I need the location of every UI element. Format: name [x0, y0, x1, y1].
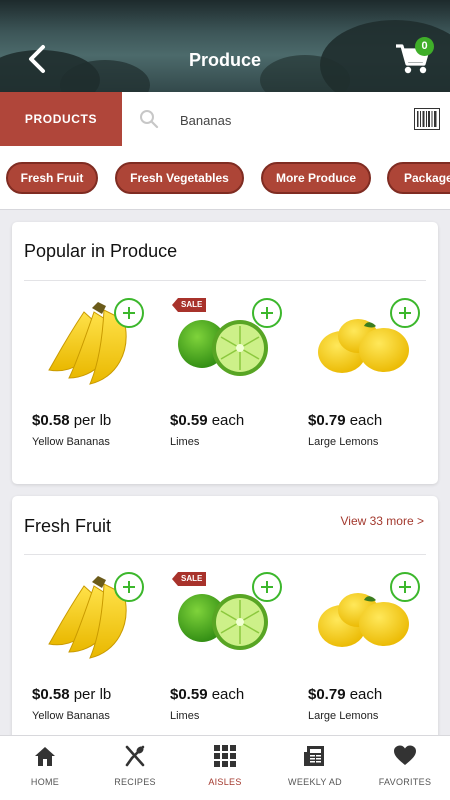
- cart-count-badge: 0: [415, 37, 434, 56]
- divider: [24, 280, 426, 281]
- add-to-cart-button[interactable]: [390, 298, 420, 328]
- product-name: Yellow Bananas: [32, 436, 110, 448]
- nav-recipes[interactable]: RECIPES: [90, 736, 180, 800]
- bottom-navigation: HOME RECIPES AISLES WEEKLY AD FAVORITES: [0, 735, 450, 800]
- barcode-scan-button[interactable]: [414, 108, 440, 135]
- category-chips: Fresh Fruit Fresh Vegetables More Produc…: [0, 146, 450, 210]
- product-name: Yellow Bananas: [32, 710, 110, 722]
- nav-home[interactable]: HOME: [0, 736, 90, 800]
- search-bar: PRODUCTS: [0, 92, 450, 146]
- nav-favorites[interactable]: FAVORITES: [360, 736, 450, 800]
- nav-weekly-ad[interactable]: WEEKLY AD: [270, 736, 360, 800]
- chip-packaged[interactable]: Packaged: [387, 162, 450, 194]
- chip-fresh-fruit[interactable]: Fresh Fruit: [6, 162, 98, 194]
- products-tab[interactable]: PRODUCTS: [0, 92, 122, 146]
- product-price: $0.59 each: [170, 412, 245, 429]
- product-name: Large Lemons: [308, 710, 379, 722]
- barcode-icon: [414, 108, 440, 130]
- add-to-cart-button[interactable]: [252, 572, 282, 602]
- product-name: Large Lemons: [308, 436, 379, 448]
- product-price: $0.59 each: [170, 686, 245, 703]
- section-title: Fresh Fruit: [24, 516, 112, 536]
- section-title: Popular in Produce: [24, 241, 178, 261]
- section-fresh-fruit: Fresh Fruit View 33 more > $0.58 per lb …: [12, 496, 438, 746]
- sale-badge: SALE: [172, 572, 207, 586]
- utensils-icon: [125, 745, 145, 767]
- divider: [24, 554, 426, 555]
- product-price: $0.58 per lb: [32, 412, 112, 429]
- product-price: $0.79 each: [308, 686, 383, 703]
- product-name: Limes: [170, 436, 200, 448]
- section-popular: Popular in Produce $0.58 per lb Yellow B…: [12, 222, 438, 484]
- nav-label: AISLES: [208, 777, 242, 787]
- chip-more-produce[interactable]: More Produce: [261, 162, 371, 194]
- page-title: Produce: [188, 50, 262, 70]
- newspaper-icon: [304, 746, 324, 766]
- view-more-link[interactable]: View 33 more >: [341, 514, 425, 528]
- product-price: $0.58 per lb: [32, 686, 112, 703]
- sale-badge: SALE: [172, 298, 207, 312]
- nav-label: FAVORITES: [378, 777, 432, 787]
- add-to-cart-button[interactable]: [114, 572, 144, 602]
- nav-label: RECIPES: [114, 777, 156, 787]
- home-icon: [35, 747, 55, 766]
- nav-label: WEEKLY AD: [288, 777, 342, 787]
- chip-fresh-vegetables[interactable]: Fresh Vegetables: [115, 162, 244, 194]
- app-header: Produce 0: [0, 0, 450, 92]
- add-to-cart-button[interactable]: [252, 298, 282, 328]
- search-icon: [140, 110, 159, 129]
- nav-label: HOME: [30, 777, 60, 787]
- product-price: $0.79 each: [308, 412, 383, 429]
- search-input[interactable]: [180, 109, 380, 131]
- nav-aisles[interactable]: AISLES: [180, 736, 270, 800]
- product-name: Limes: [170, 710, 200, 722]
- add-to-cart-button[interactable]: [114, 298, 144, 328]
- add-to-cart-button[interactable]: [390, 572, 420, 602]
- grid-icon: [214, 745, 236, 767]
- heart-icon: [394, 745, 416, 765]
